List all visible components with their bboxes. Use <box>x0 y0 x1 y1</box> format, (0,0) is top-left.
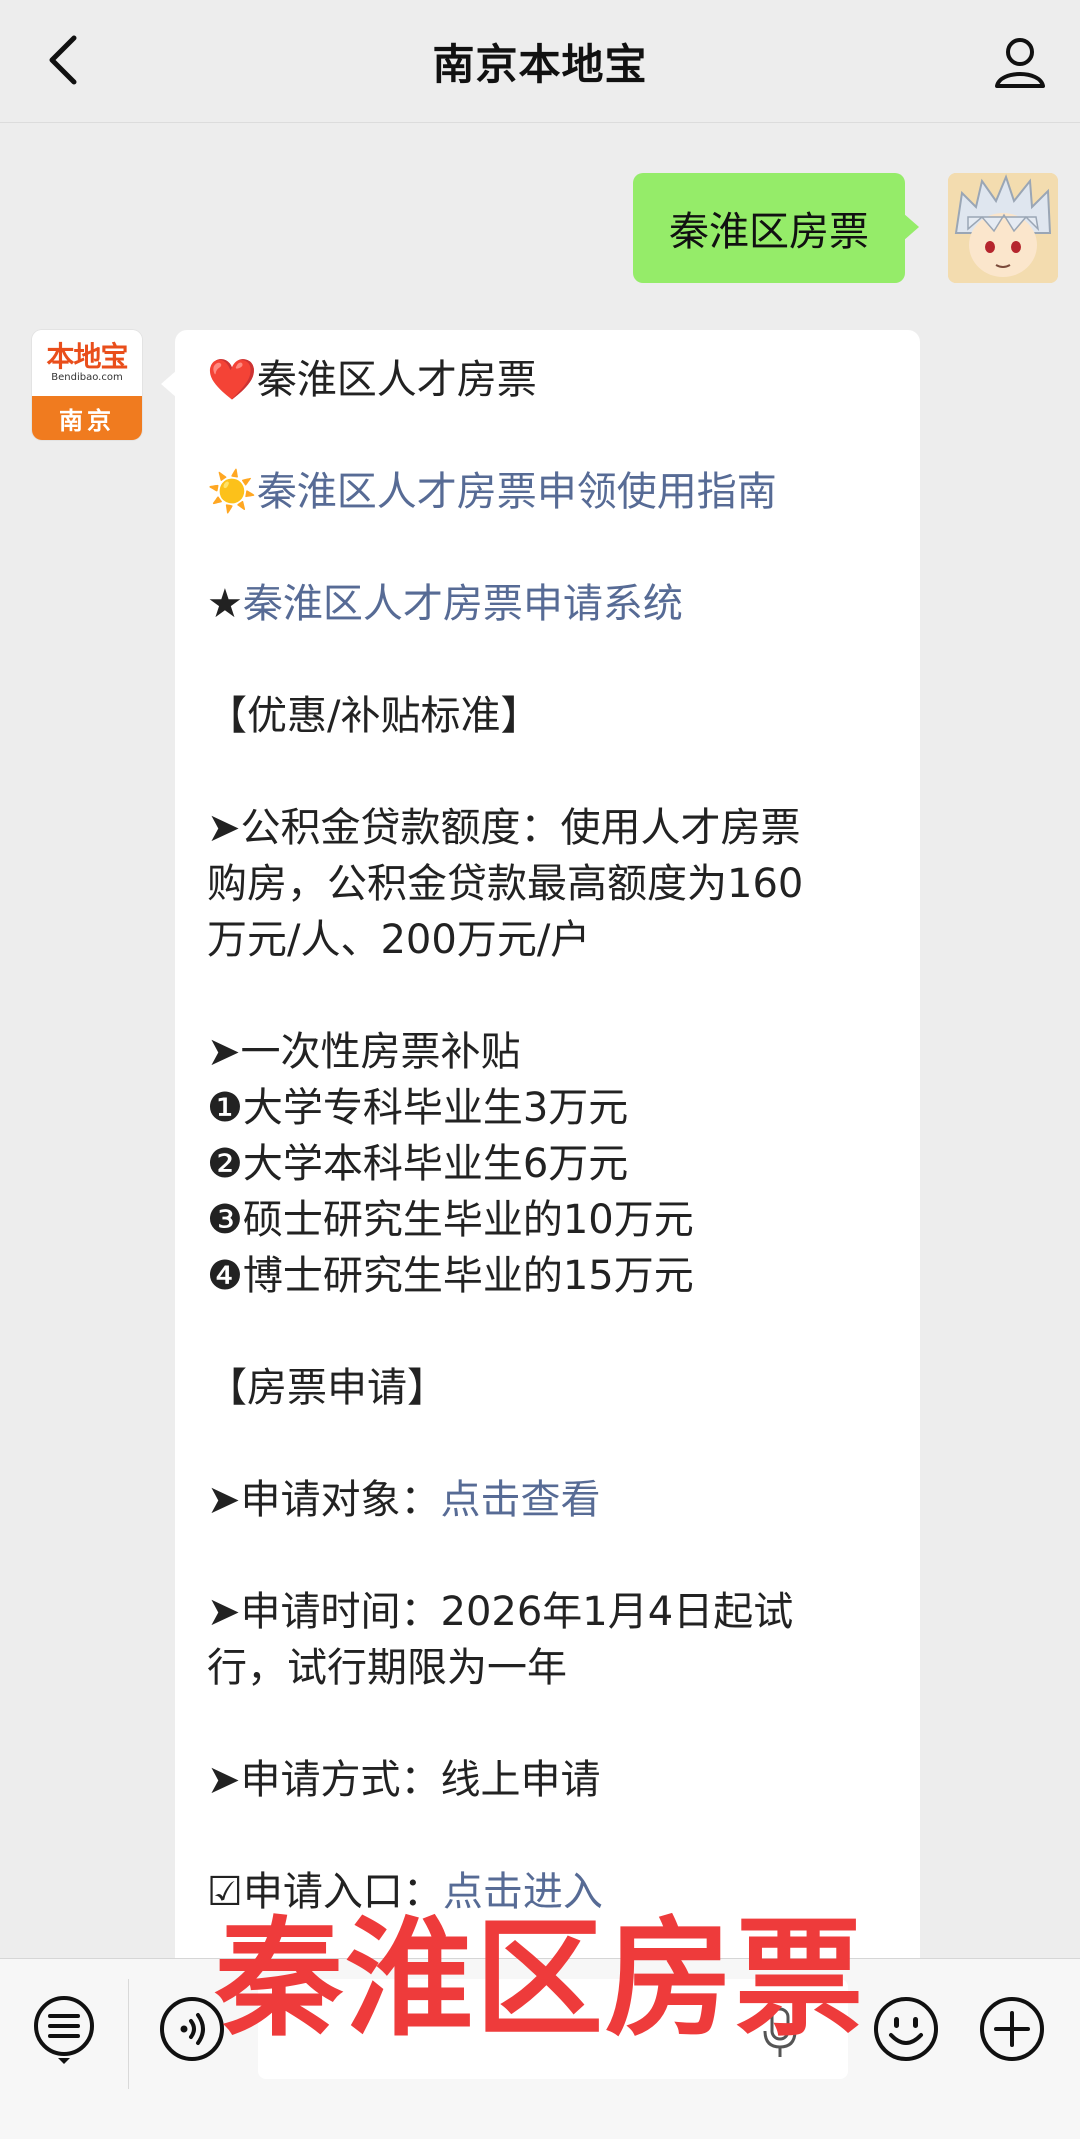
star-icon: ★ <box>207 581 243 627</box>
reply-line: 行，试行期限为一年 <box>207 1645 567 1691</box>
bot-message-text: ❤️秦淮区人才房票 ☀️秦淮区人才房票申领使用指南 ★秦淮区人才房票申请系统 【… <box>207 352 897 1920</box>
person-icon <box>995 38 1045 88</box>
bot-message-bubble: ❤️秦淮区人才房票 ☀️秦淮区人才房票申领使用指南 ★秦淮区人才房票申请系统 【… <box>161 330 920 1970</box>
section-heading-application: 【房票申请】 <box>207 1365 447 1411</box>
reply-line-system: ★秦淮区人才房票申请系统 <box>207 576 897 632</box>
subsidy-item: ❹博士研究生毕业的15万元 <box>207 1253 694 1299</box>
overlay-caption: 秦淮区房票 <box>214 1905 865 2054</box>
section-heading-subsidy: 【优惠/补贴标准】 <box>207 693 541 739</box>
profile-button[interactable] <box>988 30 1052 94</box>
reply-line: ➤申请时间：2026年1月4日起试 <box>207 1589 794 1635</box>
guide-link[interactable]: 秦淮区人才房票申领使用指南 <box>257 469 777 515</box>
reply-line: ➤公积金贷款额度：使用人才房票 <box>207 805 801 851</box>
logo-text: 本地宝 <box>46 340 128 373</box>
system-link[interactable]: 秦淮区人才房票申请系统 <box>243 581 683 627</box>
user-avatar[interactable] <box>948 173 1058 283</box>
reply-line-title: ❤️秦淮区人才房票 <box>207 357 537 403</box>
top-bar: 南京本地宝 <box>0 0 1080 123</box>
sun-icon: ☀️ <box>207 469 257 515</box>
subsidy-item: ❷大学本科毕业生6万元 <box>207 1141 629 1187</box>
user-message-text: 秦淮区房票 <box>669 209 869 255</box>
logo-domain: Bendibao.com <box>51 372 123 383</box>
view-target-link[interactable]: 点击查看 <box>441 1477 601 1523</box>
reply-line: ➤一次性房票补贴 <box>207 1029 521 1075</box>
user-message-bubble[interactable]: 秦淮区房票 <box>633 173 919 283</box>
subsidy-item: ❸硕士研究生毕业的10万元 <box>207 1197 694 1243</box>
reply-line: ➤申请方式：线上申请 <box>207 1757 601 1803</box>
logo-city: 南京 <box>32 396 142 440</box>
user-avatar-image <box>948 173 1058 283</box>
reply-line: 购房，公积金贷款最高额度为160 <box>207 861 804 907</box>
page-title: 南京本地宝 <box>432 39 648 89</box>
reply-line-guide: ☀️秦淮区人才房票申领使用指南 <box>207 464 897 520</box>
bot-avatar[interactable]: 本地宝 Bendibao.com 南京 <box>32 330 142 440</box>
reply-line-target: ➤申请对象：点击查看 <box>207 1477 601 1523</box>
heart-icon: ❤️ <box>207 357 257 403</box>
bendibao-logo: 本地宝 Bendibao.com <box>32 330 142 396</box>
reply-line: 万元/人、200万元/户 <box>207 917 591 963</box>
subsidy-item: ❶大学专科毕业生3万元 <box>207 1085 629 1131</box>
